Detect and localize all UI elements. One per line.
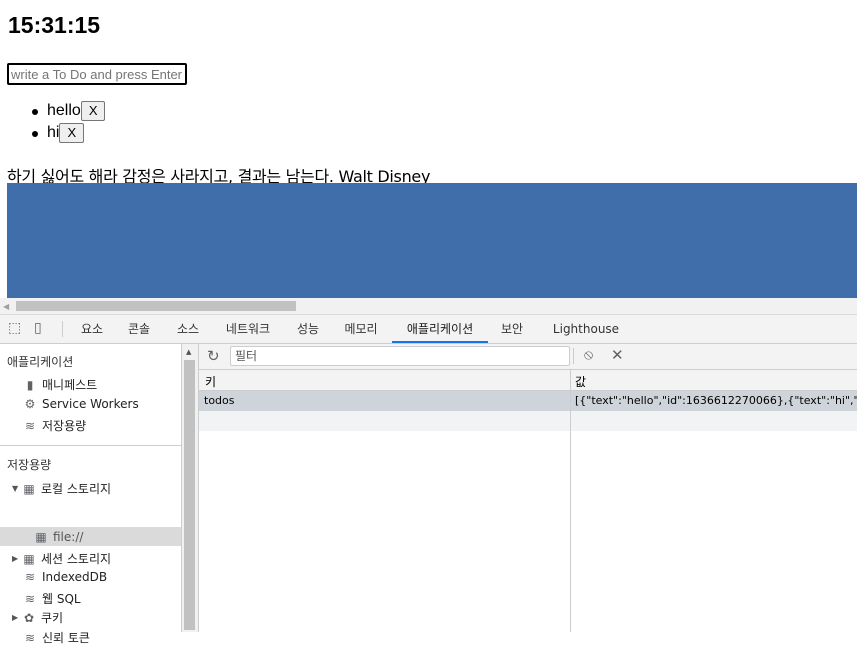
inspect-element-icon[interactable]: ⬚ xyxy=(8,320,21,336)
devtools-panel: ⬚ ▯ 요소 콘솔 소스 네트워크 성능 메모리 애플리케이션 보안 Light… xyxy=(0,315,857,645)
delete-todo-button[interactable]: X xyxy=(59,123,85,143)
collapsed-triangle-icon[interactable]: ▶ xyxy=(12,554,22,563)
toolbar-divider xyxy=(62,321,63,337)
sidebar-item-service-workers[interactable]: ⚙ Service Workers xyxy=(23,397,139,411)
tab-security[interactable]: 보안 xyxy=(494,315,530,343)
tab-elements[interactable]: 요소 xyxy=(72,315,112,343)
filter-input[interactable] xyxy=(230,346,570,366)
storage-toolbar: ↻ ⦸ ✕ xyxy=(199,344,857,370)
todo-input[interactable] xyxy=(7,63,187,85)
selected-row-highlight xyxy=(0,527,181,546)
table-row-empty xyxy=(199,411,857,431)
column-divider[interactable] xyxy=(570,370,571,632)
horizontal-scrollbar[interactable]: ◀ xyxy=(0,298,857,315)
expanded-triangle-icon[interactable]: ▼ xyxy=(12,484,22,493)
database-icon: ≋ xyxy=(24,591,36,606)
todo-item: hello X xyxy=(0,100,106,122)
cell-key: todos xyxy=(204,394,235,407)
tab-application[interactable]: 애플리케이션 xyxy=(392,315,488,343)
tab-lighthouse[interactable]: Lighthouse xyxy=(550,315,622,343)
todo-item: hi X xyxy=(0,122,105,144)
tab-memory[interactable]: 메모리 xyxy=(338,315,384,343)
sidebar-divider xyxy=(0,445,181,446)
sidebar-item-local-storage[interactable]: ▼ ▦ 로컬 스토리지 xyxy=(12,480,111,497)
storage-view: ↻ ⦸ ✕ 키 값 todos [{"text":"hello","id":16… xyxy=(199,344,857,632)
background-banner xyxy=(7,183,857,298)
refresh-icon[interactable]: ↻ xyxy=(207,347,220,365)
database-icon: ≋ xyxy=(24,418,36,433)
column-header-value[interactable]: 값 xyxy=(575,373,586,390)
database-icon: ≋ xyxy=(24,570,36,584)
gear-icon: ⚙ xyxy=(24,397,36,411)
sidebar-item-session-storage[interactable]: ▶ ▦ 세션 스토리지 xyxy=(12,550,111,567)
devtools-toolbar: ⬚ ▯ 요소 콘솔 소스 네트워크 성능 메모리 애플리케이션 보안 Light… xyxy=(0,315,857,344)
sidebar-section-storage: 저장용량 xyxy=(7,458,52,472)
cell-value: [{"text":"hello","id":1636612270066},{"t… xyxy=(575,394,857,407)
collapsed-triangle-icon[interactable]: ▶ xyxy=(12,613,22,622)
file-icon: ▮ xyxy=(26,377,34,392)
table-header: 키 값 xyxy=(199,370,857,391)
tab-console[interactable]: 콘솔 xyxy=(119,315,159,343)
table-row[interactable]: todos [{"text":"hello","id":163661227006… xyxy=(199,391,857,411)
sidebar-item-manifest[interactable]: ▮ 매니페스트 xyxy=(23,376,98,393)
tab-network[interactable]: 네트워크 xyxy=(218,315,278,343)
table-grid-icon: ▦ xyxy=(23,551,35,566)
device-toolbar-icon[interactable]: ▯ xyxy=(34,320,42,336)
column-header-key[interactable]: 키 xyxy=(205,373,216,390)
sidebar-item-storage[interactable]: ≋ 저장용량 xyxy=(23,417,86,434)
scrollbar-thumb[interactable] xyxy=(16,301,296,311)
todo-text: hello xyxy=(47,102,81,119)
toolbar-divider xyxy=(573,348,574,364)
database-icon: ≋ xyxy=(24,630,36,645)
tab-sources[interactable]: 소스 xyxy=(168,315,208,343)
delete-selected-icon[interactable]: ✕ xyxy=(611,346,624,364)
table-grid-icon: ▦ xyxy=(35,530,47,544)
sidebar-section-application: 애플리케이션 xyxy=(7,355,74,369)
scrollbar-thumb[interactable] xyxy=(184,360,195,630)
sidebar-item-cookies[interactable]: ▶ ✿ 쿠키 xyxy=(12,609,63,626)
scroll-left-icon[interactable]: ◀ xyxy=(3,302,9,311)
todo-text: hi xyxy=(47,124,60,141)
cookie-icon: ✿ xyxy=(23,610,35,625)
sidebar-item-websql[interactable]: ≋ 웹 SQL xyxy=(23,590,81,607)
tab-performance[interactable]: 성능 xyxy=(290,315,326,343)
application-sidebar: 애플리케이션 ▮ 매니페스트 ⚙ Service Workers ≋ 저장용량 저장용… xyxy=(0,344,182,645)
clear-all-icon[interactable]: ⦸ xyxy=(584,347,593,363)
clock-heading: 15:31:15 xyxy=(8,12,101,38)
sidebar-item-file-origin[interactable]: ▦ file:// xyxy=(34,530,83,544)
sidebar-item-indexeddb[interactable]: ≋ IndexedDB xyxy=(23,570,107,584)
todo-list: hello X hi X xyxy=(0,100,106,144)
delete-todo-button[interactable]: X xyxy=(80,101,106,121)
scroll-up-icon[interactable]: ▲ xyxy=(186,348,191,356)
sidebar-scrollbar[interactable]: ▲ xyxy=(182,344,199,632)
table-grid-icon: ▦ xyxy=(23,481,35,496)
